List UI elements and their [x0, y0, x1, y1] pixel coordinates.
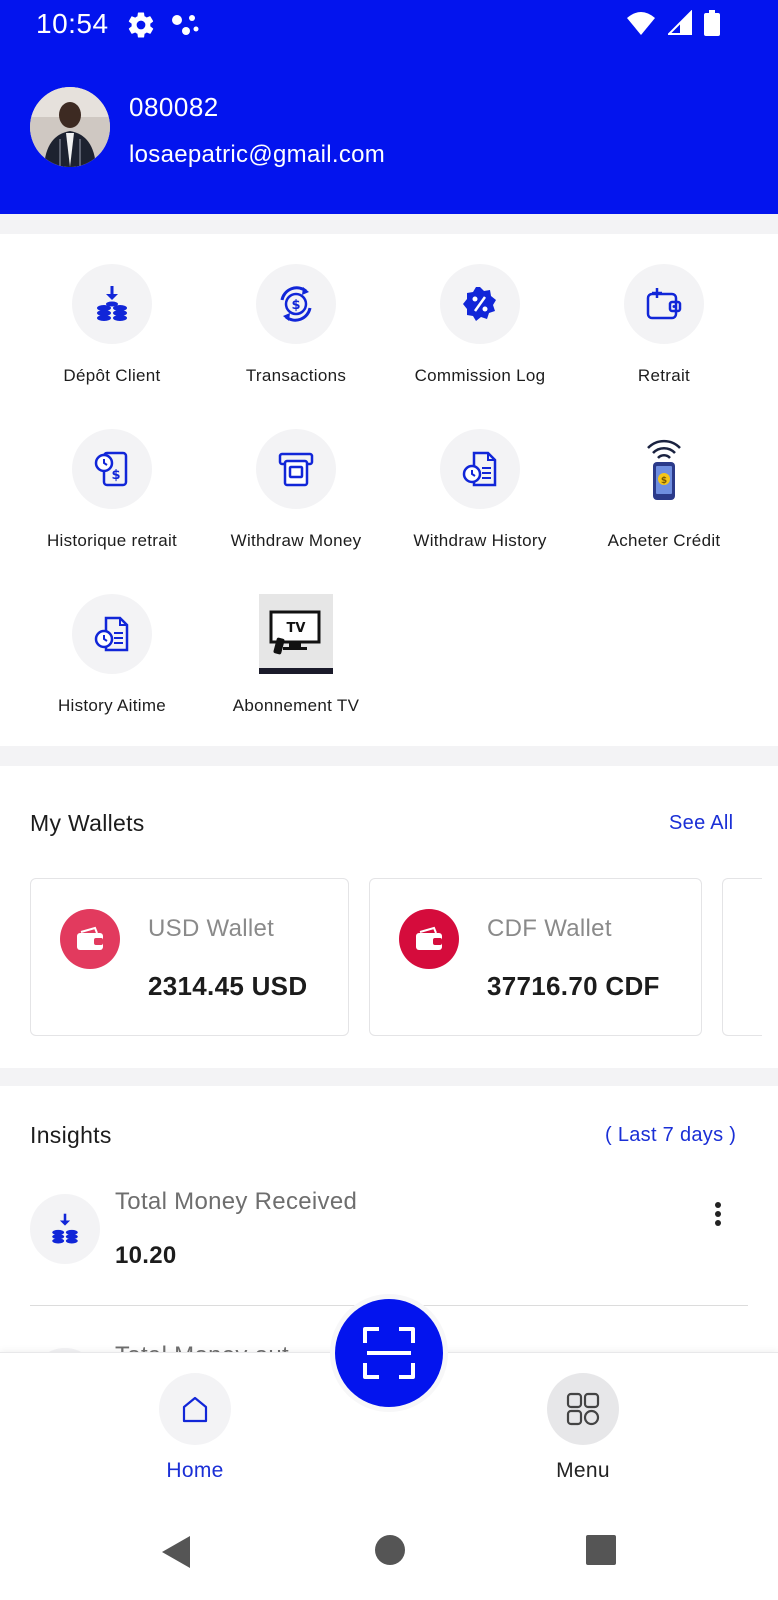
scan-frame-icon	[363, 1327, 415, 1379]
wallet-icon	[399, 909, 459, 969]
insights-title: Insights	[30, 1122, 112, 1148]
nav-home[interactable]: Home	[125, 1373, 265, 1483]
atm-icon	[278, 452, 314, 487]
deposit-coins-icon	[52, 1213, 78, 1244]
service-label: Abonnement TV	[232, 696, 360, 715]
battery-icon	[704, 10, 720, 36]
service-label: Dépôt Client	[63, 366, 161, 385]
nav-menu-label: Menu	[556, 1459, 610, 1482]
avatar[interactable]	[30, 87, 110, 167]
signal-icon	[668, 10, 692, 35]
service-acheter-credit[interactable]: $ Acheter Crédit	[572, 429, 756, 551]
wallet-name: USD Wallet	[148, 915, 275, 942]
svg-text:$: $	[111, 468, 120, 483]
insight-label: Total Money Received	[115, 1188, 358, 1215]
service-transactions[interactable]: $ Transactions	[204, 264, 388, 386]
history-document-icon	[94, 616, 129, 652]
user-email: losaepatric@gmail.com	[129, 141, 386, 168]
service-commission-log[interactable]: Commission Log	[388, 264, 572, 386]
home-icon	[182, 1396, 208, 1423]
gear-icon	[128, 12, 154, 38]
recents-icon[interactable]	[585, 1534, 617, 1566]
wallet-amount: 2314.45 USD	[148, 971, 308, 1001]
section-divider	[0, 214, 778, 234]
service-retrait[interactable]: Retrait	[572, 264, 756, 386]
wallet-name: CDF Wallet	[487, 915, 612, 942]
wallet-amount: 37716.70 CDF	[487, 971, 660, 1001]
section-divider	[0, 1068, 778, 1086]
system-navigation-bar	[0, 1512, 778, 1600]
section-divider	[0, 746, 778, 766]
see-all-link[interactable]: See All	[669, 812, 733, 835]
status-time: 10:54	[36, 8, 109, 39]
svg-text:$: $	[291, 298, 300, 313]
service-label: Acheter Crédit	[607, 531, 721, 550]
nav-menu[interactable]: Menu	[513, 1373, 653, 1483]
profile-header: 10:54 080082 losaepatric@gmail.com	[0, 0, 778, 214]
insights-period-filter[interactable]: ( Last 7 days )	[605, 1124, 736, 1147]
tv-icon: TV	[259, 594, 333, 674]
service-history-aitime[interactable]: History Aitime	[20, 594, 204, 716]
wallet-card-usd[interactable]: USD Wallet 2314.45 USD	[30, 878, 349, 1036]
history-document-icon	[462, 451, 497, 487]
more-options-icon[interactable]	[706, 1198, 730, 1230]
service-label: Commission Log	[414, 366, 546, 385]
service-historique-retrait[interactable]: $ Historique retrait	[20, 429, 204, 551]
service-label: Withdraw Money	[230, 531, 362, 550]
wallet-card-partial[interactable]	[722, 878, 762, 1036]
phone-credit-icon: $	[647, 439, 681, 500]
wallet-withdraw-icon	[646, 288, 682, 320]
service-label: Transactions	[245, 366, 347, 385]
wallet-icon	[60, 909, 120, 969]
service-withdraw-money[interactable]: Withdraw Money	[204, 429, 388, 551]
service-depot-client[interactable]: Dépôt Client	[20, 264, 204, 386]
wallets-title: My Wallets	[30, 810, 145, 836]
user-id: 080082	[129, 92, 219, 122]
service-label: Withdraw History	[413, 531, 547, 550]
tv-icon-text: TV	[287, 621, 306, 636]
wallet-card-cdf[interactable]: CDF Wallet 37716.70 CDF	[369, 878, 702, 1036]
services-grid: Dépôt Client $ Transactions Commission L…	[0, 234, 778, 746]
service-label: Retrait	[637, 366, 691, 385]
service-abonnement-tv[interactable]: TV Abonnement TV	[204, 594, 388, 716]
withdraw-history-receipt-icon: $	[94, 451, 128, 487]
menu-grid-icon	[566, 1392, 600, 1426]
back-icon[interactable]	[160, 1534, 192, 1570]
assistant-dots-icon	[172, 15, 199, 35]
svg-text:$: $	[661, 476, 667, 486]
scan-button[interactable]	[335, 1299, 443, 1407]
insight-value: 10.20	[115, 1242, 177, 1269]
home-circle-icon[interactable]	[374, 1534, 406, 1566]
service-withdraw-history[interactable]: Withdraw History	[388, 429, 572, 551]
status-indicators	[626, 10, 720, 36]
deposit-coins-icon	[97, 286, 127, 321]
service-label: History Aitime	[57, 696, 167, 715]
transactions-cycle-icon: $	[280, 286, 312, 322]
wifi-icon	[627, 12, 655, 35]
commission-badge-icon	[463, 287, 496, 321]
nav-home-label: Home	[166, 1459, 224, 1482]
service-label: Historique retrait	[46, 531, 178, 550]
insight-received-icon-wrap	[30, 1194, 100, 1264]
